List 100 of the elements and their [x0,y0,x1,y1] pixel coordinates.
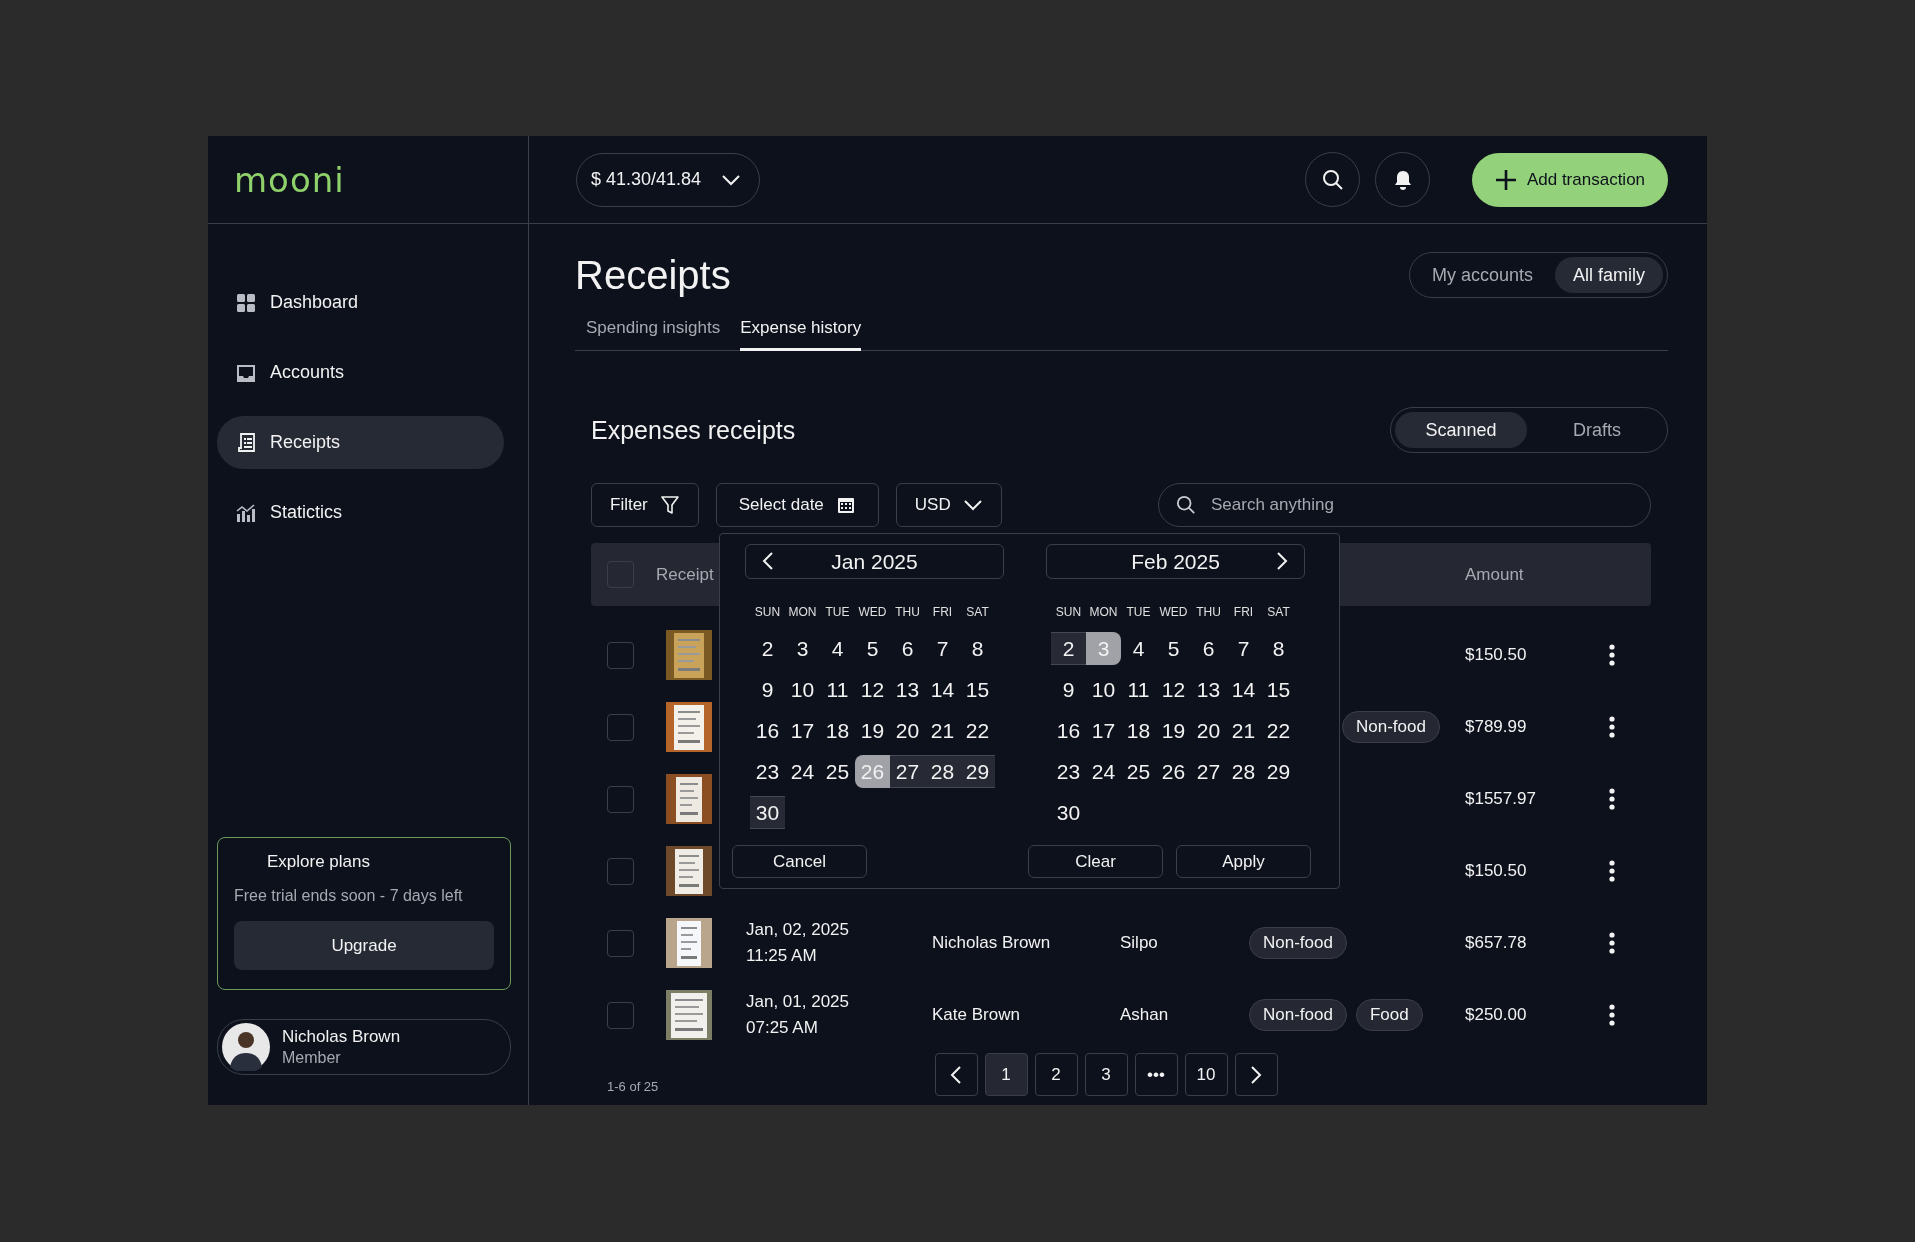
checkbox[interactable] [607,929,634,957]
calendar-day[interactable]: 22 [960,714,995,747]
calendar-day[interactable]: 6 [1191,632,1226,665]
nav-item[interactable]: Statictics [217,486,504,539]
nav-item[interactable]: Accounts [217,346,504,399]
calendar-day[interactable]: 28 [1226,755,1261,788]
calendar-day[interactable]: 3 [785,632,820,665]
more-icon[interactable] [1607,931,1617,955]
calendar-day[interactable]: 11 [1121,673,1156,706]
calendar-day[interactable]: 23 [1051,755,1086,788]
checkbox[interactable] [607,785,634,813]
checkbox[interactable] [607,857,634,885]
view-option[interactable]: Drafts [1531,412,1663,448]
page-button[interactable]: ••• [1134,1053,1178,1096]
chevron-right-icon[interactable] [1276,551,1288,571]
page-button[interactable]: 10 [1184,1053,1228,1096]
calendar-day[interactable]: 24 [785,755,820,788]
cancel-button[interactable]: Cancel [732,845,867,878]
calendar-day[interactable]: 12 [1156,673,1191,706]
calendar-day[interactable]: 26 [1156,755,1191,788]
add-transaction-button[interactable]: Add transaction [1472,152,1668,207]
calendar-day[interactable]: 12 [855,673,890,706]
more-icon[interactable] [1607,643,1617,667]
calendar-day[interactable]: 18 [820,714,855,747]
calendar-day[interactable]: 5 [855,632,890,665]
more-icon[interactable] [1607,1003,1617,1027]
search-field[interactable]: Search anything [1158,483,1651,527]
calendar-day[interactable]: 25 [820,755,855,788]
calendar-day[interactable]: 16 [1051,714,1086,747]
calendar-day[interactable]: 20 [890,714,925,747]
calendar-day[interactable]: 11 [820,673,855,706]
calendar-day[interactable]: 19 [1156,714,1191,747]
page-button[interactable]: 3 [1084,1053,1128,1096]
calendar-day[interactable]: 4 [1121,632,1156,665]
calendar-day[interactable]: 27 [1191,755,1226,788]
column-header: Receipt [656,564,715,585]
calendar-day[interactable]: 21 [1226,714,1261,747]
calendar-day[interactable]: 5 [1156,632,1191,665]
calendar-day[interactable]: 22 [1261,714,1296,747]
nav-item[interactable]: Dashboard [217,276,504,329]
calendar-day[interactable]: 21 [925,714,960,747]
more-icon[interactable] [1607,859,1617,883]
tab[interactable]: Spending insights [586,312,721,351]
page-button[interactable]: 1 [984,1053,1028,1096]
calendar-day[interactable]: 2 [1051,632,1086,665]
calendar-day[interactable]: 16 [750,714,785,747]
page-button[interactable]: 2 [1034,1053,1078,1096]
upgrade-button[interactable]: Upgrade [234,921,494,970]
calendar-day[interactable]: 29 [1261,755,1296,788]
calendar-day[interactable]: 9 [750,673,785,706]
previous-page-button[interactable] [934,1053,978,1096]
calendar-day[interactable]: 14 [925,673,960,706]
calendar-day[interactable]: 20 [1191,714,1226,747]
view-option[interactable]: Scanned [1395,412,1527,448]
calendar-day[interactable]: 15 [960,673,995,706]
calendar-day[interactable]: 30 [1051,796,1086,829]
more-icon[interactable] [1607,787,1617,811]
scope-option[interactable]: My accounts [1413,257,1551,293]
calendar-day[interactable]: 8 [1261,632,1296,665]
calendar-day[interactable]: 10 [1086,673,1121,706]
logo: mooni [234,159,345,200]
filter-button[interactable]: Filter [591,483,699,527]
clear-button[interactable]: Clear [1028,845,1163,878]
currency-dropdown[interactable]: USD [895,483,1002,527]
calendar-day[interactable]: 24 [1086,755,1121,788]
calendar-day[interactable]: 7 [1226,632,1261,665]
apply-button[interactable]: Apply [1176,845,1311,878]
calendar-day[interactable]: 29 [960,755,995,788]
scope-option[interactable]: All family [1555,257,1663,293]
calendar-day[interactable]: 18 [1121,714,1156,747]
calendar-day[interactable]: 17 [785,714,820,747]
calendar-day[interactable]: 17 [1086,714,1121,747]
calendar-day[interactable]: 10 [785,673,820,706]
tab[interactable]: Expense history [740,312,862,351]
calendar-day[interactable]: 27 [890,755,925,788]
calendar-day[interactable]: 6 [890,632,925,665]
checkbox[interactable] [607,713,634,741]
calendar-day[interactable]: 13 [890,673,925,706]
checkbox[interactable] [607,1001,634,1029]
calendar-day[interactable]: 23 [750,755,785,788]
calendar-day[interactable]: 2 [750,632,785,665]
calendar-day[interactable]: 4 [820,632,855,665]
calendar-day[interactable]: 28 [925,755,960,788]
calendar-day[interactable]: 15 [1261,673,1296,706]
nav-item[interactable]: Receipts [217,416,504,469]
search-icon [1321,168,1344,191]
more-icon[interactable] [1607,715,1617,739]
calendar-day[interactable]: 25 [1121,755,1156,788]
user-profile[interactable]: Nicholas Brown Member [217,1019,511,1075]
calendar-day[interactable]: 30 [750,796,785,829]
date-button[interactable]: Select date [715,483,879,527]
checkbox[interactable] [607,641,634,669]
calendar-day[interactable]: 8 [960,632,995,665]
calendar-day[interactable]: 9 [1051,673,1086,706]
calendar-day[interactable]: 19 [855,714,890,747]
calendar-day[interactable]: 7 [925,632,960,665]
chevron-left-icon[interactable] [762,551,774,571]
calendar-day[interactable]: 13 [1191,673,1226,706]
next-page-button[interactable] [1234,1053,1278,1096]
calendar-day[interactable]: 14 [1226,673,1261,706]
